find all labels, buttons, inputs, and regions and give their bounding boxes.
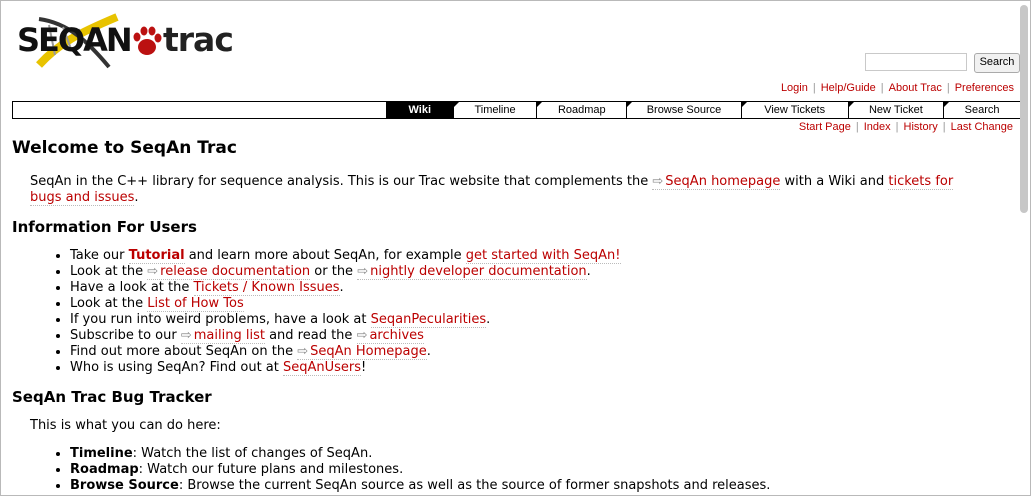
help-guide-link[interactable]: Help/Guide	[821, 82, 876, 94]
scrollbar[interactable]	[1020, 5, 1028, 213]
howtos-link[interactable]: List of How Tos	[147, 296, 244, 312]
tracker-list: Timeline: Watch the list of changes of S…	[12, 446, 1012, 494]
tickets-link[interactable]: tickets for	[888, 174, 954, 190]
list-item: Timeline: Watch the list of changes of S…	[70, 446, 1012, 462]
nightly-doc-link[interactable]: nightly developer documentation	[357, 264, 587, 280]
list-item: Browse Source: Browse the current SeqAn …	[70, 478, 1012, 494]
seqan-users-link[interactable]: SeqAnUsers	[283, 360, 362, 376]
tickets-known-issues-link[interactable]: Tickets / Known Issues	[193, 280, 340, 296]
seqan-homepage-link[interactable]: SeqAn homepage	[652, 174, 781, 190]
list-item: Roadmap: Watch our future plans and mile…	[70, 462, 1012, 478]
preferences-link[interactable]: Preferences	[955, 82, 1014, 94]
seqan-homepage-link-2[interactable]: SeqAn Homepage	[297, 344, 427, 360]
list-item: Take our Tutorial and learn more about S…	[70, 248, 1012, 264]
intro-paragraph: SeqAn in the C++ library for sequence an…	[30, 174, 1012, 206]
archives-link[interactable]: archives	[356, 328, 424, 344]
tab-view-tickets[interactable]: View Tickets	[741, 102, 849, 118]
list-item: Who is using SeqAn? Find out at SeqAnUse…	[70, 360, 1012, 376]
release-doc-link[interactable]: release documentation	[147, 264, 311, 280]
list-item: Have a look at the Tickets / Known Issue…	[70, 280, 1012, 296]
start-page-link[interactable]: Start Page	[799, 121, 851, 133]
meta-nav: Login | Help/Guide | About Trac | Preferences	[780, 82, 1014, 94]
last-change-link[interactable]: Last Change	[951, 121, 1013, 133]
main-nav-spacer	[13, 102, 387, 118]
get-started-link[interactable]: get started with SeqAn!	[465, 248, 621, 264]
wiki-content: Welcome to SeqAn Trac SeqAn in the C++ l…	[12, 135, 1012, 494]
bugs-issues-link[interactable]: bugs and issues	[30, 190, 135, 206]
browser-page: SEQAN trac Search Login | Help/Guide | About…	[0, 0, 1031, 496]
about-trac-link[interactable]: About Trac	[889, 82, 942, 94]
context-nav: Start Page | Index | History | Last Change	[798, 121, 1013, 133]
list-item: If you run into weird problems, have a l…	[70, 312, 1012, 328]
list-item: Find out more about SeqAn on the SeqAn H…	[70, 344, 1012, 360]
search-input[interactable]	[865, 53, 967, 71]
tab-timeline[interactable]: Timeline	[453, 102, 538, 118]
peculiarities-link[interactable]: SeqanPecularities	[370, 312, 487, 328]
search-button[interactable]: Search	[974, 53, 1020, 73]
tab-roadmap[interactable]: Roadmap	[537, 102, 628, 118]
tab-search[interactable]: Search	[944, 102, 1020, 118]
list-item: Look at the release documentation or the…	[70, 264, 1012, 280]
logo-seqan-text: SEQAN	[17, 21, 133, 59]
mailing-list-link[interactable]: mailing list	[180, 328, 265, 344]
page-title: Welcome to SeqAn Trac	[12, 138, 237, 158]
list-item: Subscribe to our mailing list and read t…	[70, 328, 1012, 344]
tracker-heading: SeqAn Trac Bug Tracker	[12, 388, 212, 406]
tab-wiki[interactable]: Wiki	[386, 102, 454, 118]
users-heading: Information For Users	[12, 218, 197, 236]
tracker-intro: This is what you can do here:	[30, 418, 221, 433]
tutorial-link[interactable]: Tutorial	[128, 248, 185, 264]
seqan-trac-logo[interactable]: SEQAN trac	[15, 13, 235, 71]
users-list: Take our Tutorial and learn more about S…	[12, 248, 1012, 376]
main-nav: Wiki Timeline Roadmap Browse Source View…	[12, 101, 1021, 119]
paw-icon	[133, 26, 162, 55]
tab-browse-source[interactable]: Browse Source	[627, 102, 742, 118]
tab-new-ticket[interactable]: New Ticket	[848, 102, 945, 118]
login-link[interactable]: Login	[781, 82, 808, 94]
index-link[interactable]: Index	[864, 121, 891, 133]
list-item: Look at the List of How Tos	[70, 296, 1012, 312]
logo-trac-text: trac	[163, 20, 234, 59]
history-link[interactable]: History	[904, 121, 938, 133]
